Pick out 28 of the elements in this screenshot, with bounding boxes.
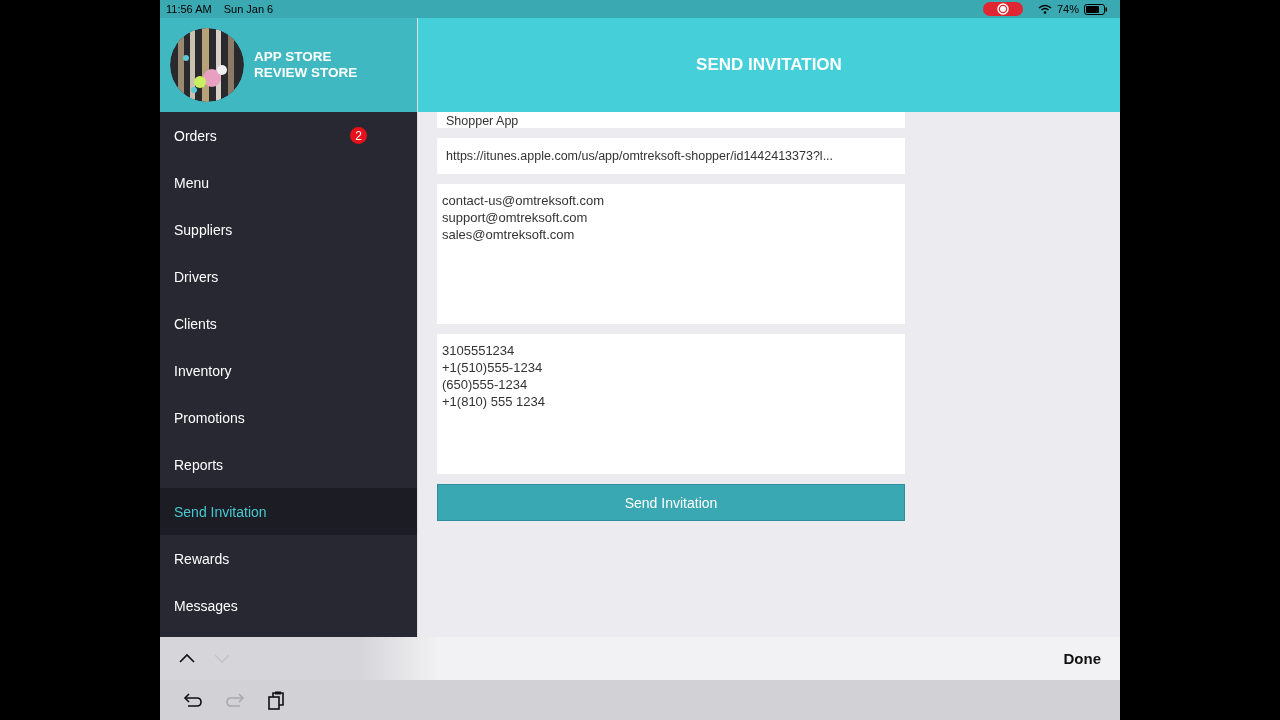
text-area[interactable]: contact-us@omtreksoft.com support@omtreksoft.com sales@omtreksoft.com [437,184,905,324]
done-button[interactable]: Done [1063,650,1101,667]
input-field[interactable]: Shopper App [437,112,905,128]
sidebar-item[interactable]: Inventory [160,347,417,394]
text-area[interactable]: 3105551234 +1(510)555-1234 (650)555-1234 +1(810) 555 1234 [437,334,905,474]
sidebar-item[interactable]: Suppliers [160,206,417,253]
sidebar-item[interactable]: Send Invitation [160,488,417,535]
store-name: REVIEW STORE [254,65,358,81]
status-time: 11:56 AM [166,3,212,15]
sidebar-item[interactable]: Drivers [160,253,417,300]
sidebar-item[interactable]: Menu [160,159,417,206]
wifi-icon [1037,4,1052,14]
battery-percent: 74% [1056,3,1079,15]
chevron-up-icon[interactable] [178,653,196,664]
input-field[interactable]: https://itunes.apple.com/us/app/omtreksoft-shopper/id1442413373?l... [437,138,905,174]
page-title: SEND INVITATION [696,55,842,75]
sidebar-item[interactable]: Reports [160,441,417,488]
count-badge: 2 [350,127,367,144]
store-name: APP STORE [254,49,333,65]
sidebar-item[interactable]: Clients [160,300,417,347]
undo-icon[interactable] [183,690,203,710]
sidebar-item[interactable]: Orders 2 [160,112,417,159]
sidebar-item[interactable]: Messages [160,582,417,629]
sidebar-item[interactable]: Promotions [160,394,417,441]
sidebar-item[interactable]: Rewards [160,535,417,582]
battery-icon [1084,3,1108,15]
status-date: Sun Jan 6 [223,3,274,15]
clipboard-icon[interactable] [267,690,287,710]
